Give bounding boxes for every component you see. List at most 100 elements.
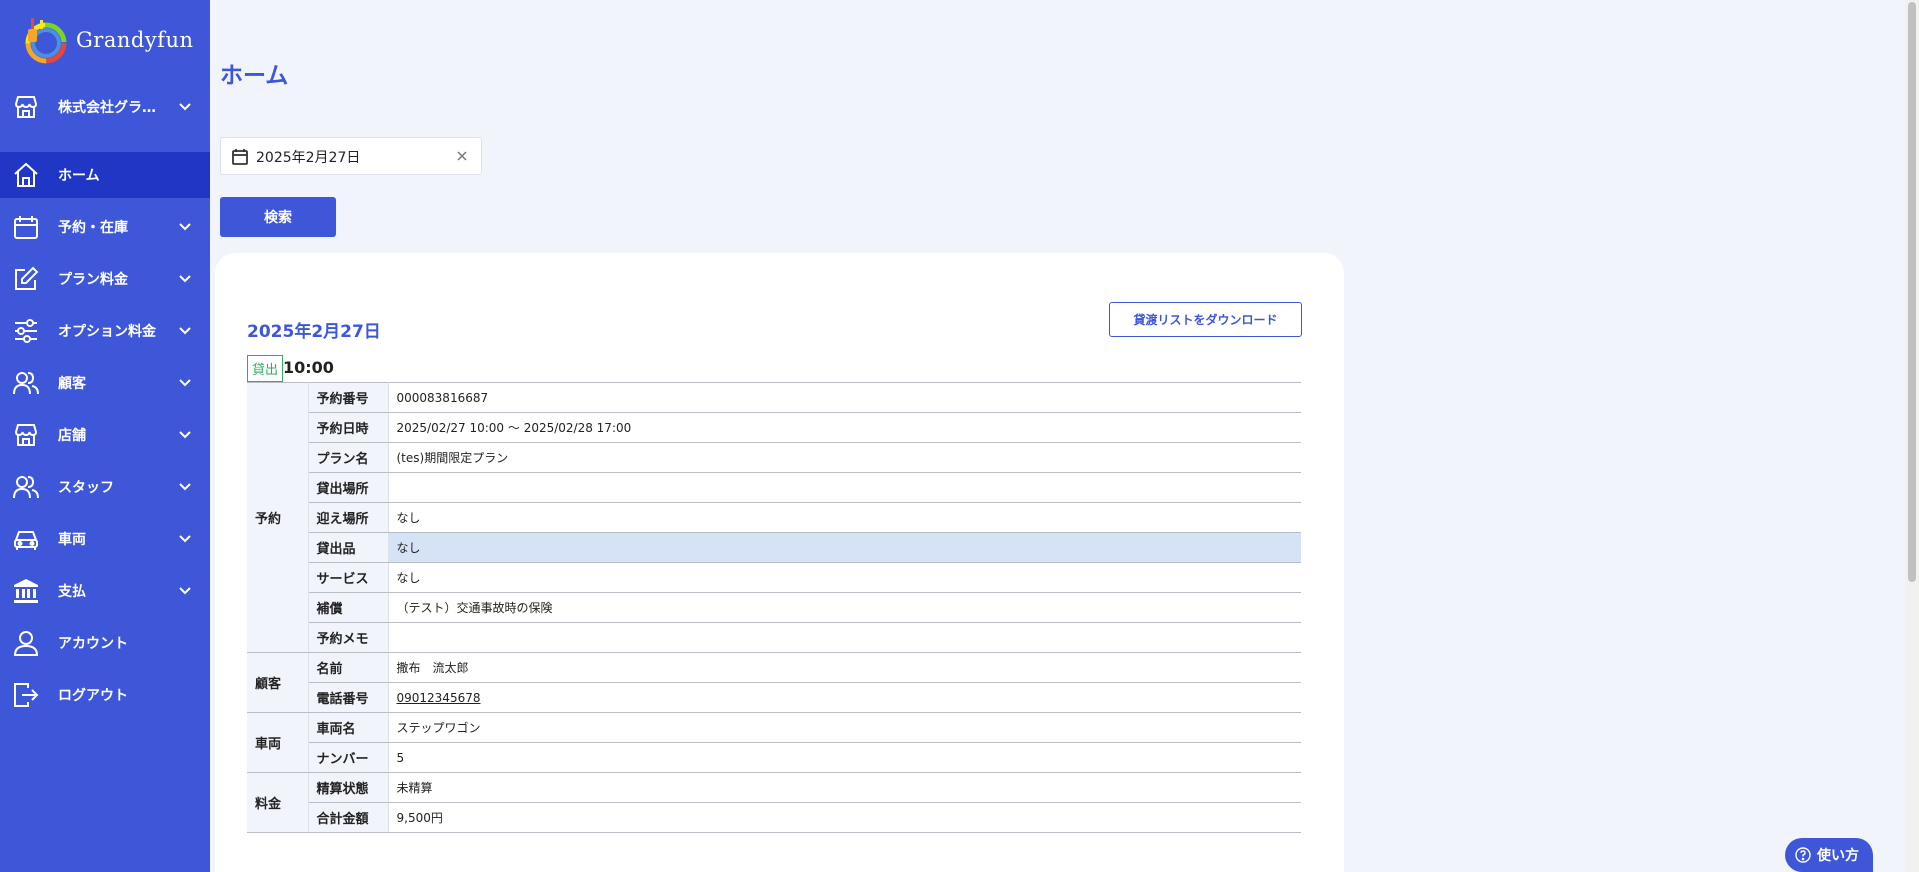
table-row: 合計金額 9,500円 <box>247 802 1301 833</box>
row-label: 名前 <box>308 652 389 683</box>
row-label: 予約日時 <box>308 412 389 443</box>
sidebar-item-staff[interactable]: スタッフ <box>0 464 210 510</box>
date-input[interactable] <box>256 146 436 168</box>
home-icon <box>14 162 38 187</box>
row-value: （テスト）交通事故時の保険 <box>388 592 1301 623</box>
table-row: 予約日時 2025/02/27 10:00 ～ 2025/02/28 17:00 <box>247 412 1301 443</box>
logo[interactable]: Grandyfun <box>0 0 210 80</box>
group-label: 車両 <box>247 712 309 773</box>
chevron-down-icon[interactable] <box>178 480 192 494</box>
row-label: ナンバー <box>308 742 389 773</box>
table-row: 料金 精算状態 未精算 <box>247 772 1301 833</box>
chevron-down-icon[interactable] <box>178 100 192 114</box>
table-row: プラン名 (tes)期間限定プラン <box>247 442 1301 473</box>
card-date: 2025年2月27日 <box>247 322 381 342</box>
sidebar-item-label: 株式会社グラ… <box>58 100 156 116</box>
table-row: 迎え場所 なし <box>247 502 1301 533</box>
search-button[interactable]: 検索 <box>220 197 336 237</box>
group-label: 予約 <box>247 382 309 653</box>
sidebar-item-reservations[interactable]: 予約・在庫 <box>0 204 210 250</box>
row-value: ステップワゴン <box>388 712 1301 743</box>
row-label: 車両名 <box>308 712 389 743</box>
edit-icon <box>15 266 39 290</box>
sidebar-item-company[interactable]: 株式会社グラ… <box>0 84 210 130</box>
sidebar-item-vehicles[interactable]: 車両 <box>0 516 210 562</box>
logout-icon <box>14 683 39 707</box>
sidebar-item-account[interactable]: アカウント <box>0 620 210 666</box>
sidebar-item-label: 予約・在庫 <box>58 220 128 236</box>
calendar-icon <box>14 216 38 239</box>
row-value: 9,500円 <box>388 802 1301 833</box>
sidebar-item-plan-pricing[interactable]: プラン料金 <box>0 256 210 302</box>
users-icon <box>13 372 39 395</box>
sidebar-item-label: プラン料金 <box>58 272 128 288</box>
row-value <box>388 472 1301 503</box>
table-row: 貸出場所 <box>247 472 1301 503</box>
chevron-down-icon[interactable] <box>178 532 192 546</box>
row-value: なし <box>388 532 1301 563</box>
sidebar-item-label: 支払 <box>58 584 86 600</box>
row-value: 2025/02/27 10:00 ～ 2025/02/28 17:00 <box>388 412 1301 443</box>
store-icon <box>14 96 38 118</box>
chevron-down-icon[interactable] <box>178 584 192 598</box>
row-label: 迎え場所 <box>308 502 389 533</box>
row-label: 貸出場所 <box>308 472 389 503</box>
sidebar-item-stores[interactable]: 店舗 <box>0 412 210 458</box>
row-value: (tes)期間限定プラン <box>388 442 1301 473</box>
sidebar-item-option-pricing[interactable]: オプション料金 <box>0 308 210 354</box>
group-label: 顧客 <box>247 652 309 713</box>
help-icon <box>1795 847 1811 863</box>
sliders-icon <box>15 319 37 343</box>
row-label: プラン名 <box>308 442 389 473</box>
status-badge: 貸出 <box>247 355 283 382</box>
scrollbar[interactable] <box>1905 0 1919 872</box>
row-label: 予約メモ <box>308 622 389 653</box>
sidebar-item-label: アカウント <box>58 636 128 652</box>
table-row-highlighted: 貸出品 なし <box>247 532 1301 563</box>
chevron-down-icon[interactable] <box>178 272 192 286</box>
users-icon <box>13 476 39 499</box>
table-row: 顧客 名前 撒布 流太郎 <box>247 652 1301 713</box>
sidebar-item-payments[interactable]: 支払 <box>0 568 210 614</box>
phone-link[interactable]: 09012345678 <box>397 691 481 705</box>
sidebar-item-logout[interactable]: ログアウト <box>0 672 210 718</box>
table-row: ナンバー 5 <box>247 742 1301 773</box>
table-row: 電話番号 09012345678 <box>247 682 1301 713</box>
table-row: 車両 車両名 ステップワゴン <box>247 712 1301 773</box>
table-row: 補償 （テスト）交通事故時の保険 <box>247 592 1301 623</box>
scrollbar-thumb[interactable] <box>1908 2 1916 582</box>
table-row: 予約 予約番号 000083816687 <box>247 382 1301 653</box>
row-label: 予約番号 <box>308 382 389 413</box>
table-row: 予約メモ <box>247 622 1301 653</box>
sidebar-item-label: 顧客 <box>58 376 86 392</box>
date-picker[interactable] <box>220 137 482 175</box>
row-value: 09012345678 <box>388 682 1301 713</box>
reservation-time: 10:00 <box>283 358 334 377</box>
chevron-down-icon[interactable] <box>178 324 192 338</box>
chevron-down-icon[interactable] <box>178 220 192 234</box>
sidebar-item-customers[interactable]: 顧客 <box>0 360 210 406</box>
chevron-down-icon[interactable] <box>178 376 192 390</box>
sidebar-item-label: ログアウト <box>58 688 128 704</box>
row-value: なし <box>388 562 1301 593</box>
row-label: 補償 <box>308 592 389 623</box>
close-icon[interactable] <box>454 148 470 164</box>
help-button[interactable]: 使い方 <box>1785 838 1873 872</box>
help-label: 使い方 <box>1817 848 1859 864</box>
sidebar-item-home[interactable]: ホーム <box>0 152 210 198</box>
row-value: 撒布 流太郎 <box>388 652 1301 683</box>
bank-icon <box>14 579 38 603</box>
sidebar-item-label: ホーム <box>58 168 100 184</box>
chevron-down-icon[interactable] <box>178 428 192 442</box>
sidebar-item-label: スタッフ <box>58 480 114 496</box>
reservation-detail-table: 予約 予約番号 000083816687 予約日時 2025/02/27 10:… <box>247 382 1301 833</box>
store-icon <box>14 424 38 446</box>
row-label: 精算状態 <box>308 772 389 803</box>
row-value <box>388 622 1301 653</box>
group-label: 料金 <box>247 772 309 833</box>
row-label: 合計金額 <box>308 802 389 833</box>
page-title: ホーム <box>220 63 289 89</box>
calendar-icon <box>232 149 248 165</box>
row-value: 5 <box>388 742 1301 773</box>
download-rental-list-button[interactable]: 貸渡リストをダウンロード <box>1109 302 1302 337</box>
